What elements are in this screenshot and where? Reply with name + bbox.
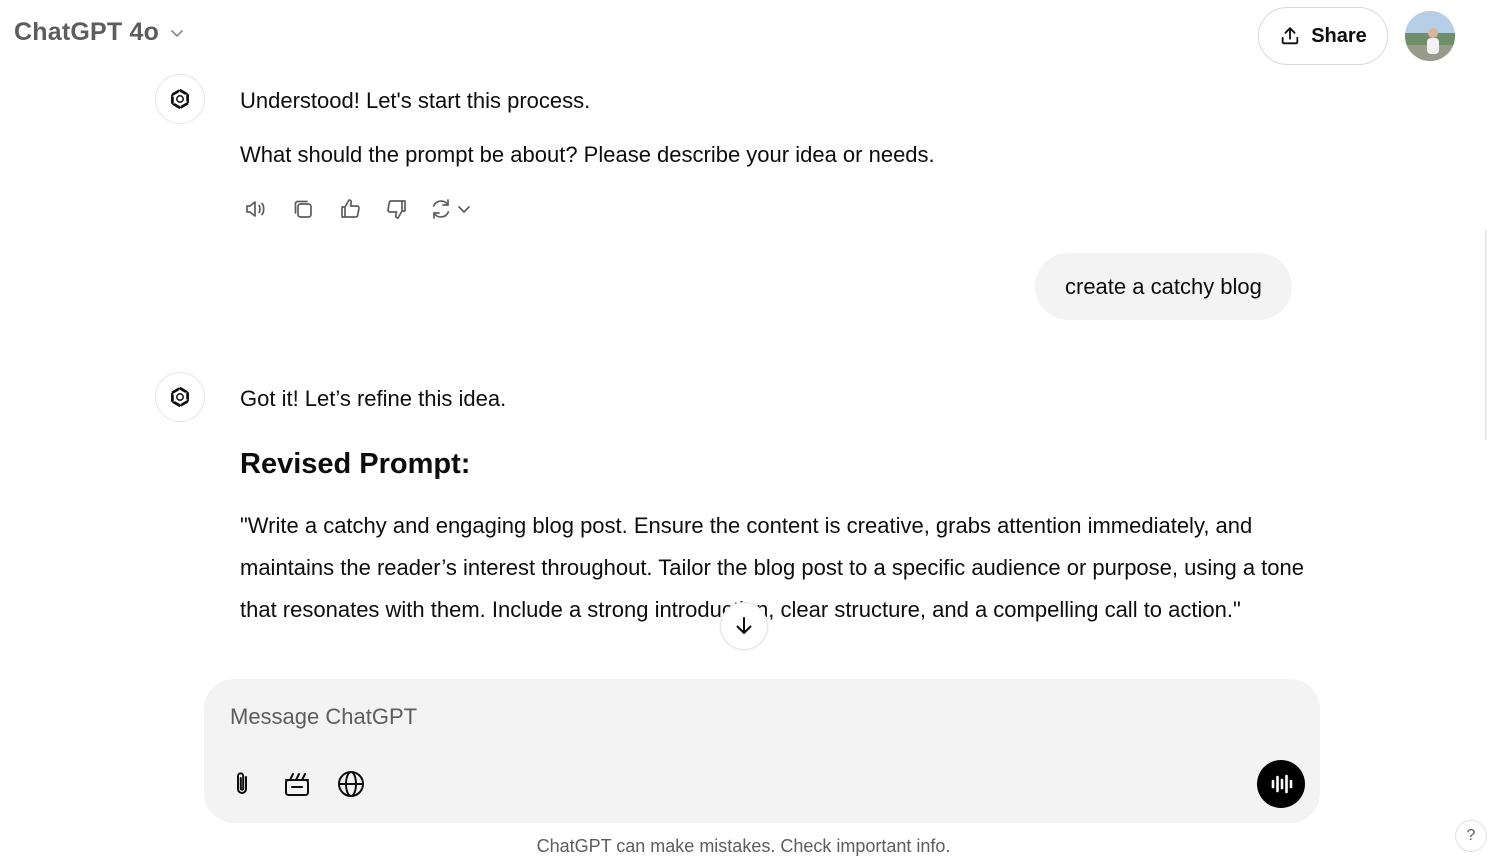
chevron-down-icon — [171, 29, 183, 37]
assistant-message-line: Understood! Let's start this process. — [240, 88, 591, 113]
waveform-icon — [1271, 774, 1293, 794]
thumbs-up-button[interactable] — [334, 193, 366, 225]
thumbs-down-button[interactable] — [381, 193, 413, 225]
attach-button[interactable] — [224, 765, 262, 803]
copy-button[interactable] — [287, 193, 319, 225]
message-composer — [204, 679, 1320, 823]
globe-icon — [338, 771, 364, 797]
user-avatar[interactable] — [1405, 11, 1455, 61]
assistant-avatar — [155, 74, 205, 124]
assistant-avatar — [155, 372, 205, 422]
message-input[interactable] — [230, 697, 1230, 737]
model-selector[interactable]: ChatGPT 4o — [14, 18, 187, 47]
voice-mode-button[interactable] — [1257, 760, 1305, 808]
model-title: ChatGPT 4o — [14, 18, 160, 46]
speaker-icon — [246, 201, 265, 217]
response-paragraph: "Write a catchy and engaging blog post. … — [240, 513, 1305, 622]
share-button[interactable]: Share — [1258, 7, 1388, 65]
openai-logo-icon — [171, 386, 189, 408]
scroll-to-bottom-button[interactable] — [720, 602, 768, 650]
assistant-message-line: What should the prompt be about? Please … — [240, 142, 935, 167]
read-aloud-button[interactable] — [240, 193, 272, 225]
disclaimer-text: ChatGPT can make mistakes. Check importa… — [536, 836, 951, 856]
openai-logo-icon — [171, 88, 189, 110]
help-button[interactable]: ? — [1455, 820, 1487, 852]
thumbs-up-icon — [341, 199, 360, 218]
share-label: Share — [1311, 24, 1367, 47]
arrow-down-icon — [736, 617, 752, 634]
response-heading: Revised Prompt: — [240, 448, 471, 480]
user-message-bubble: create a catchy blog — [1035, 253, 1292, 320]
regenerate-button[interactable] — [428, 196, 478, 222]
assistant-message-intro: Got it! Let’s refine this idea. — [240, 386, 507, 411]
paperclip-icon — [237, 772, 247, 794]
canvas-icon — [285, 773, 309, 796]
upload-icon — [1281, 27, 1299, 45]
top-bar: ChatGPT 4o Share — [0, 0, 1487, 72]
thumbs-down-icon — [387, 200, 406, 219]
search-web-button[interactable] — [332, 765, 370, 803]
copy-icon — [294, 200, 312, 218]
tools-button[interactable] — [278, 765, 316, 803]
avatar-image — [1405, 11, 1455, 61]
message-actions — [240, 193, 478, 225]
regenerate-icon — [432, 199, 450, 219]
chevron-down-icon — [458, 206, 470, 213]
